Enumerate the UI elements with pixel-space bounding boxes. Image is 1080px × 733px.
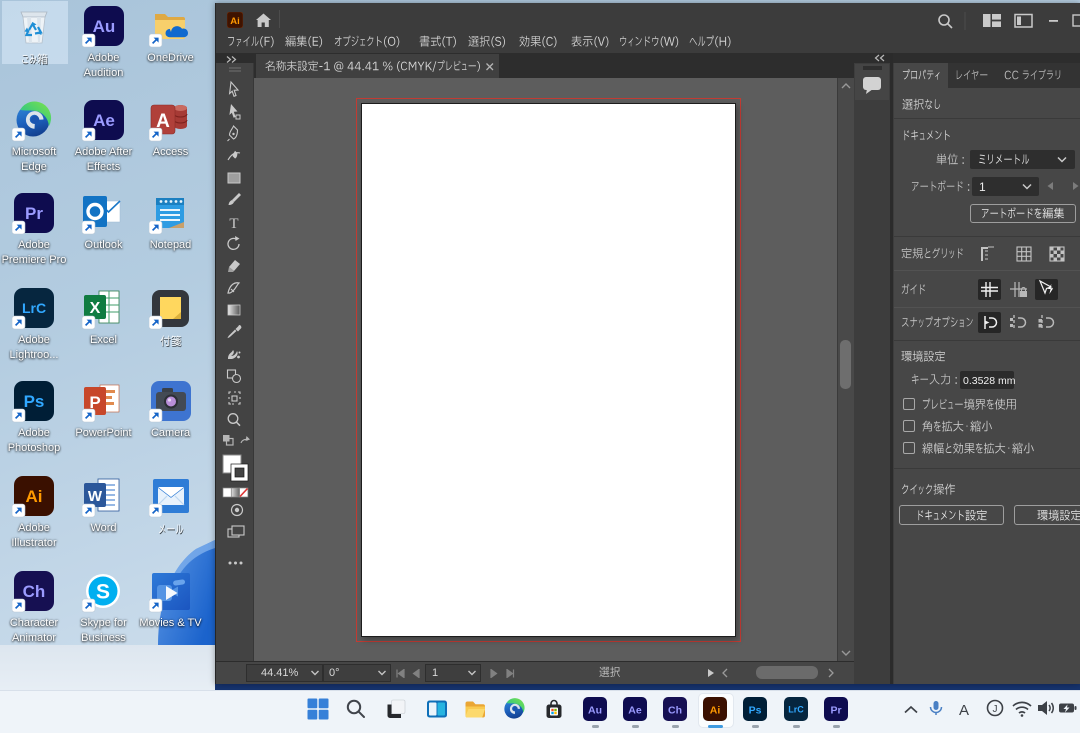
- svg-text:S: S: [95, 581, 109, 604]
- svg-text:LrC: LrC: [22, 300, 46, 316]
- svg-text:Ae: Ae: [93, 111, 115, 130]
- svg-text:Pr: Pr: [830, 704, 841, 716]
- svg-text:Ps: Ps: [24, 392, 45, 411]
- svg-text:Ai: Ai: [710, 704, 721, 716]
- svg-text:A: A: [959, 702, 969, 719]
- svg-text:LrC: LrC: [788, 705, 804, 715]
- svg-text:W: W: [87, 488, 102, 505]
- svg-text:Au: Au: [588, 704, 602, 716]
- svg-text:Ch: Ch: [23, 582, 46, 601]
- svg-text:T: T: [229, 216, 238, 232]
- svg-text:Au: Au: [92, 17, 115, 36]
- svg-text:X: X: [89, 300, 100, 317]
- svg-text:Pr: Pr: [25, 204, 43, 223]
- svg-text:Ai: Ai: [26, 487, 43, 506]
- svg-text:Ch: Ch: [668, 704, 682, 716]
- svg-text:J: J: [993, 704, 998, 715]
- svg-text:Ps: Ps: [749, 704, 762, 716]
- svg-text:Ae: Ae: [628, 704, 642, 716]
